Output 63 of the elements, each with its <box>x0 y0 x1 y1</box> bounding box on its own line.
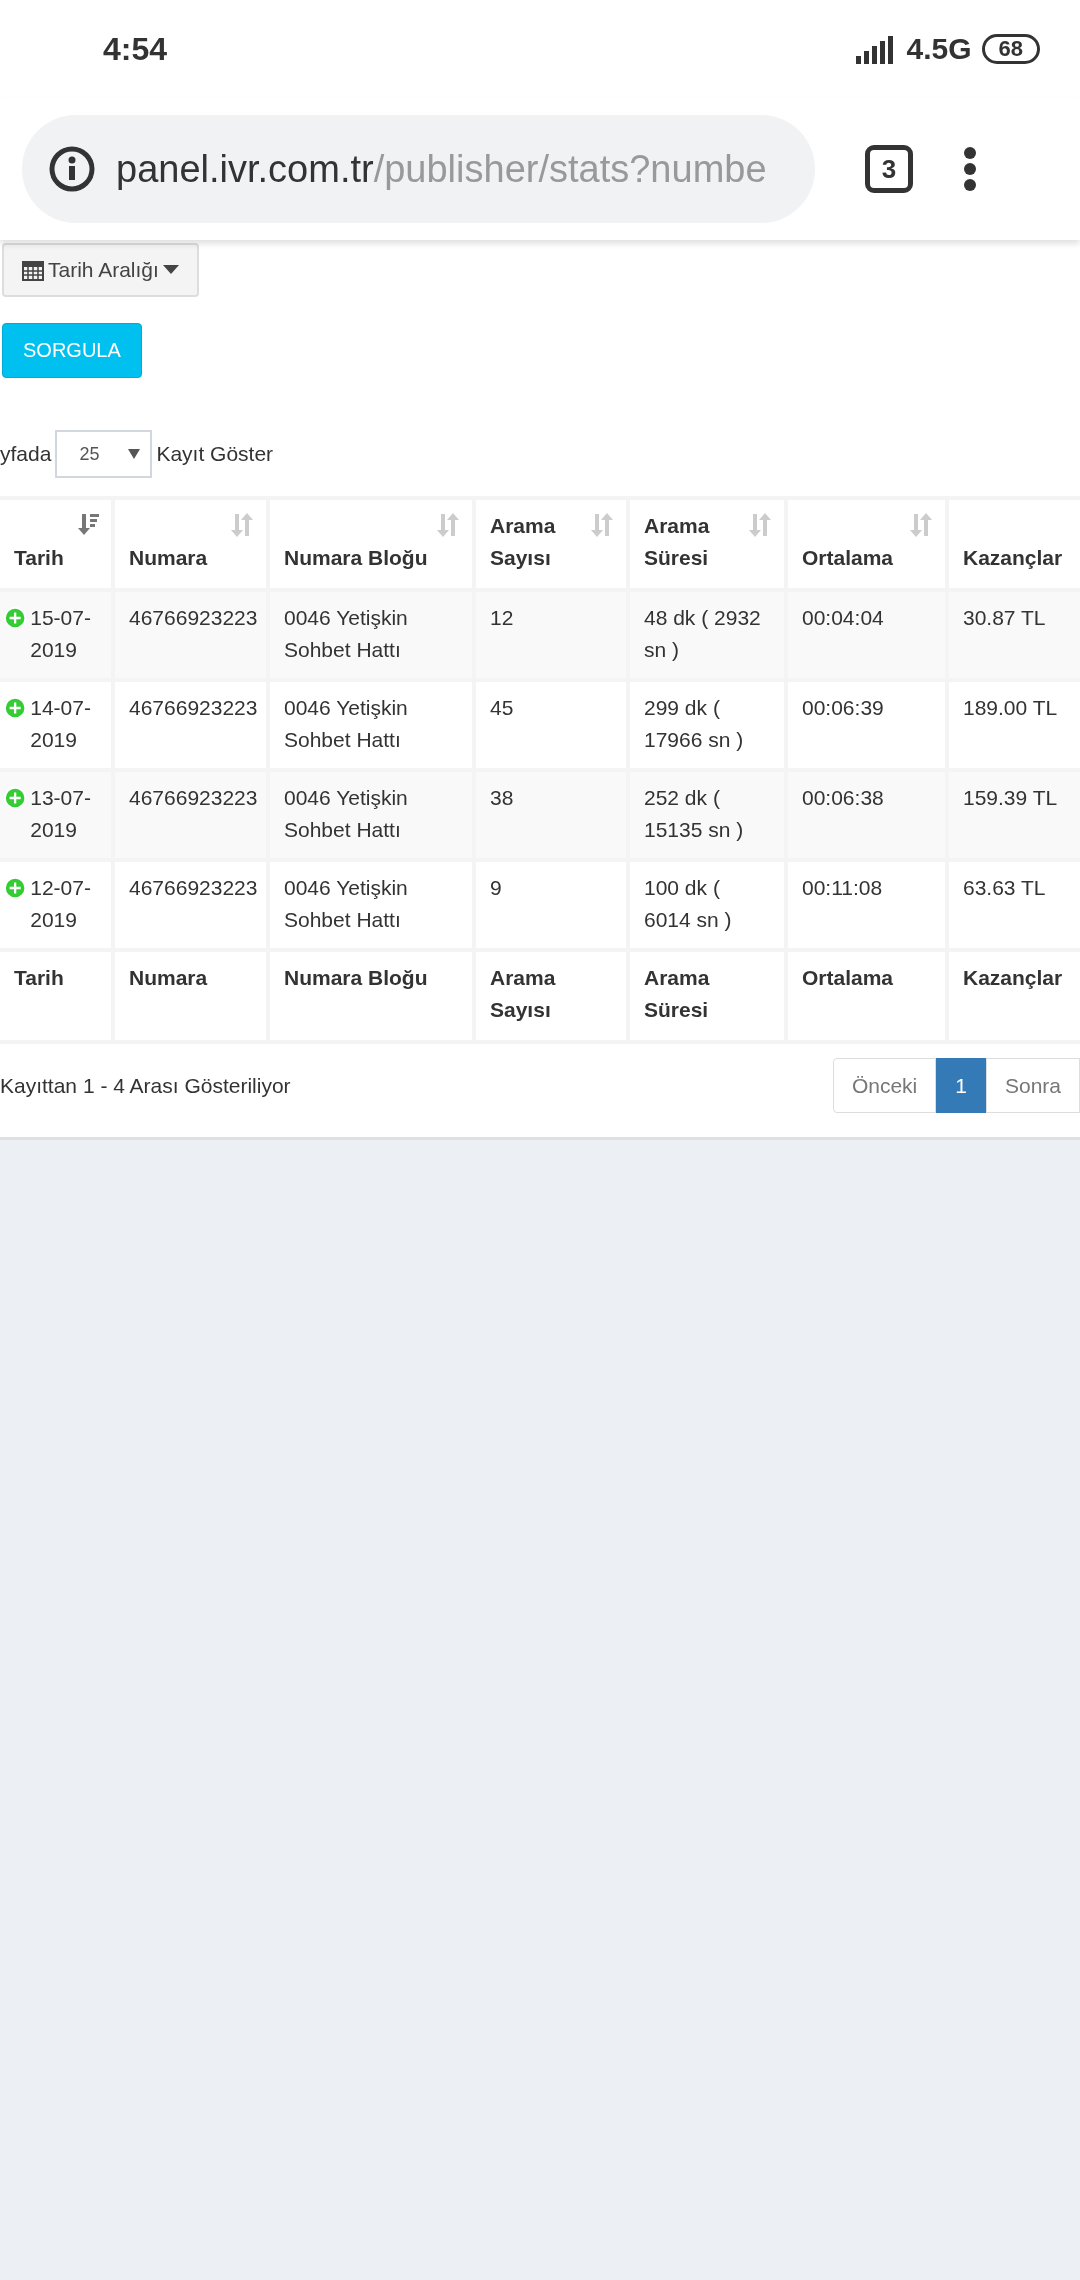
table-cell: 00:11:08 <box>786 860 947 950</box>
table-cell: 46766923223 <box>113 680 268 770</box>
status-time: 4:54 <box>103 30 168 68</box>
expand-icon[interactable] <box>4 606 27 630</box>
table-cell: 38 <box>474 770 628 860</box>
table-cell: 46766923223 <box>113 770 268 860</box>
sort-descending-icon[interactable] <box>77 512 99 536</box>
table-cell: 100 dk ( 6014 sn ) <box>628 860 786 950</box>
table-cell: 299 dk ( 17966 sn ) <box>628 680 786 770</box>
caret-icon <box>128 449 141 459</box>
table-cell: 12 <box>474 590 628 680</box>
table-cell: 46766923223 <box>113 590 268 680</box>
table-cell: 00:04:04 <box>786 590 947 680</box>
sort-icon[interactable] <box>909 512 933 538</box>
caret-icon <box>162 265 179 275</box>
table-cell-text: 15-07-2019 <box>30 605 92 663</box>
column-footer: Numara Bloğu <box>268 950 474 1042</box>
page-link[interactable]: Sonra <box>985 1058 1080 1113</box>
table-cell: 159.39 TL <box>947 770 1080 860</box>
sort-icon[interactable] <box>590 512 614 538</box>
column-footer: Tarih <box>0 950 113 1042</box>
page-length-label: Kayıt Göster <box>156 442 274 466</box>
column-footer: Ortalama <box>786 950 947 1042</box>
expand-icon[interactable] <box>4 696 27 720</box>
table-cell: 30.87 TL <box>947 590 1080 680</box>
column-footer: Arama Sayısı <box>474 950 628 1042</box>
table-cell: 46766923223 <box>113 860 268 950</box>
sort-icon[interactable] <box>230 512 254 538</box>
table-info: Kayıttan 1 - 4 Arası Gösteriliyor <box>0 1073 291 1098</box>
table-cell: 00:06:38 <box>786 770 947 860</box>
expand-icon[interactable] <box>4 786 27 810</box>
sort-icon[interactable] <box>748 512 772 538</box>
date-range-button[interactable]: Tarih Aralığı <box>2 243 199 297</box>
battery-level: 68 <box>981 34 1040 64</box>
address-bar[interactable]: panel.ivr.com.tr/publisher/stats?numbe <box>22 115 815 223</box>
table-cell: 0046 Yetişkin Sohbet Hattı <box>268 680 474 770</box>
table-cell-text: 13-07-2019 <box>30 785 92 843</box>
column-footer: Arama Süresi <box>628 950 786 1042</box>
tab-count-button[interactable]: 3 <box>865 145 913 193</box>
info-icon[interactable] <box>48 145 96 193</box>
table-cell-text: 12-07-2019 <box>30 875 92 933</box>
table-cell: 189.00 TL <box>947 680 1080 770</box>
table-cell-text: 14-07-2019 <box>30 695 92 753</box>
table-cell: 00:06:39 <box>786 680 947 770</box>
table-cell: 0046 Yetişkin Sohbet Hattı <box>268 590 474 680</box>
expand-icon[interactable] <box>4 876 27 900</box>
page-length-label: yfada <box>0 442 52 466</box>
table-cell: 9 <box>474 860 628 950</box>
table-cell: 0046 Yetişkin Sohbet Hattı <box>268 770 474 860</box>
page-length-select[interactable]: 25 <box>55 430 153 478</box>
network-type: 4.5G <box>906 32 972 66</box>
table-cell: 0046 Yetişkin Sohbet Hattı <box>268 860 474 950</box>
url-text: panel.ivr.com.tr/publisher/stats?numbe <box>116 147 767 191</box>
column-footer: Numara <box>113 950 268 1042</box>
page-link[interactable]: Önceki <box>832 1058 937 1113</box>
table-cell: 63.63 TL <box>947 860 1080 950</box>
table-cell: 45 <box>474 680 628 770</box>
table-cell: 252 dk ( 15135 sn ) <box>628 770 786 860</box>
sort-icon[interactable] <box>436 512 460 538</box>
calendar-icon <box>22 259 44 281</box>
table-cell: 48 dk ( 2932 sn ) <box>628 590 786 680</box>
page-link[interactable]: 1 <box>936 1058 986 1113</box>
menu-icon[interactable] <box>963 146 977 192</box>
